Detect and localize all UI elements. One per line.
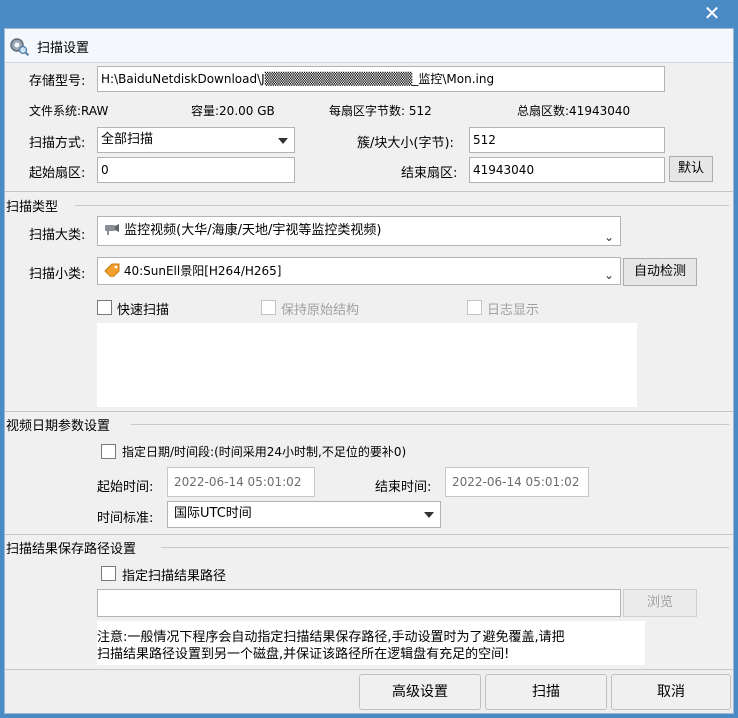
browse-button[interactable]: 浏览 <box>623 589 697 617</box>
start-time-input[interactable]: 2022-06-14 05:01:02 <box>167 467 315 497</box>
dialog-window: ✕ 扫描设置 存储型号: H:\BaiduNetdiskDownload\J▒▒… <box>0 0 738 718</box>
cluster-size-label: 簇/块大小(字节): <box>357 136 454 151</box>
bytes-per-sector-text: 每扇区字节数: 512 <box>329 104 432 118</box>
group-rule <box>75 205 729 206</box>
save-path-input[interactable] <box>97 589 621 617</box>
quick-scan-checkbox[interactable] <box>97 300 112 315</box>
cancel-button[interactable]: 取消 <box>611 674 731 710</box>
keep-structure-label: 保持原始结构 <box>281 303 360 318</box>
specify-path-label: 指定扫描结果路径 <box>122 569 227 584</box>
log-display-label: 日志显示 <box>487 303 540 318</box>
start-sector-input[interactable]: 0 <box>97 157 295 183</box>
scan-category-select[interactable]: 监控视频(大华/海康/天地/宇视等监控类视频) ⌄ <box>97 216 621 246</box>
scan-category-label: 扫描大类: <box>29 228 86 243</box>
time-standard-label: 时间标准: <box>97 511 154 526</box>
group-rule <box>131 424 729 425</box>
scan-button[interactable]: 扫描 <box>485 674 607 710</box>
scan-subcategory-label: 扫描小类: <box>29 267 86 282</box>
end-sector-input[interactable]: 41943040 <box>469 157 665 183</box>
note-line-2: 扫描结果路径设置到另一个磁盘,并保证该路径所在逻辑盘有充足的空间! <box>97 647 510 662</box>
time-standard-value: 国际UTC时间 <box>174 506 252 521</box>
advanced-settings-button[interactable]: 高级设置 <box>359 674 481 710</box>
specify-path-checkbox[interactable] <box>101 566 116 581</box>
default-button[interactable]: 默认 <box>669 156 713 182</box>
end-sector-label: 结束扇区: <box>401 166 458 181</box>
specify-date-range-checkbox[interactable] <box>101 444 116 459</box>
scan-mode-select[interactable]: 全部扫描 <box>97 127 295 153</box>
end-time-input[interactable]: 2022-06-14 05:01:02 <box>445 467 589 497</box>
start-sector-label: 起始扇区: <box>29 166 86 181</box>
log-display-checkbox[interactable] <box>467 300 482 315</box>
scan-mode-value: 全部扫描 <box>101 132 154 147</box>
capacity-value: 20.00 GB <box>219 104 275 118</box>
tag-icon <box>104 263 120 279</box>
scan-subcategory-value: 40:SunEll景阳[H264/H265] <box>123 264 282 278</box>
storage-label: 存储型号: <box>29 74 86 89</box>
chevron-down-icon <box>278 138 288 144</box>
gear-magnifier-icon <box>10 38 30 56</box>
auto-detect-button[interactable]: 自动检测 <box>623 258 697 286</box>
total-sectors-text: 总扇区数:41943040 <box>517 104 631 118</box>
chevron-down-icon: ⌄ <box>603 230 614 244</box>
start-time-label: 起始时间: <box>97 480 154 495</box>
specify-date-range-label: 指定日期/时间段:(时间采用24小时制,不足位的要补0) <box>122 445 407 459</box>
end-time-label: 结束时间: <box>375 480 432 495</box>
divider <box>5 411 733 412</box>
scan-type-group-title: 扫描类型 <box>6 200 59 215</box>
group-rule <box>161 547 729 548</box>
storage-path-field[interactable]: H:\BaiduNetdiskDownload\J▒▒▒▒▒▒▒▒▒▒▒▒▒▒▒… <box>97 66 665 92</box>
date-params-group-title: 视频日期参数设置 <box>6 419 111 434</box>
empty-options-area <box>97 323 637 407</box>
filesystem-label: 文件系统:RAW <box>29 104 109 118</box>
keep-structure-checkbox[interactable] <box>261 300 276 315</box>
quick-scan-label: 快速扫描 <box>117 303 170 318</box>
divider <box>5 191 733 192</box>
close-icon[interactable]: ✕ <box>692 0 732 26</box>
capacity-text: 容量:20.00 GB <box>191 104 275 118</box>
dialog-header: 扫描设置 <box>5 29 733 63</box>
scan-category-value: 监控视频(大华/海康/天地/宇视等监控类视频) <box>124 223 382 238</box>
camera-icon <box>105 224 119 235</box>
scan-mode-label: 扫描方式: <box>29 136 86 151</box>
footer-bar: 高级设置 扫描 取消 <box>5 669 733 713</box>
divider <box>5 534 733 535</box>
chevron-down-icon: ⌄ <box>603 268 614 282</box>
bytes-per-sector-value: 512 <box>408 104 432 118</box>
title-bar[interactable]: ✕ <box>0 0 738 28</box>
save-path-group-title: 扫描结果保存路径设置 <box>6 542 137 557</box>
total-sectors-value: 41943040 <box>569 104 631 118</box>
cluster-size-input[interactable]: 512 <box>469 127 665 153</box>
scan-subcategory-select[interactable]: 40:SunEll景阳[H264/H265] ⌄ <box>97 257 621 285</box>
time-standard-select[interactable]: 国际UTC时间 <box>167 501 441 528</box>
dialog-title: 扫描设置 <box>37 41 90 56</box>
filesystem-value: RAW <box>81 104 109 118</box>
dialog-body: 扫描设置 存储型号: H:\BaiduNetdiskDownload\J▒▒▒▒… <box>4 28 734 714</box>
chevron-down-icon <box>424 512 434 518</box>
